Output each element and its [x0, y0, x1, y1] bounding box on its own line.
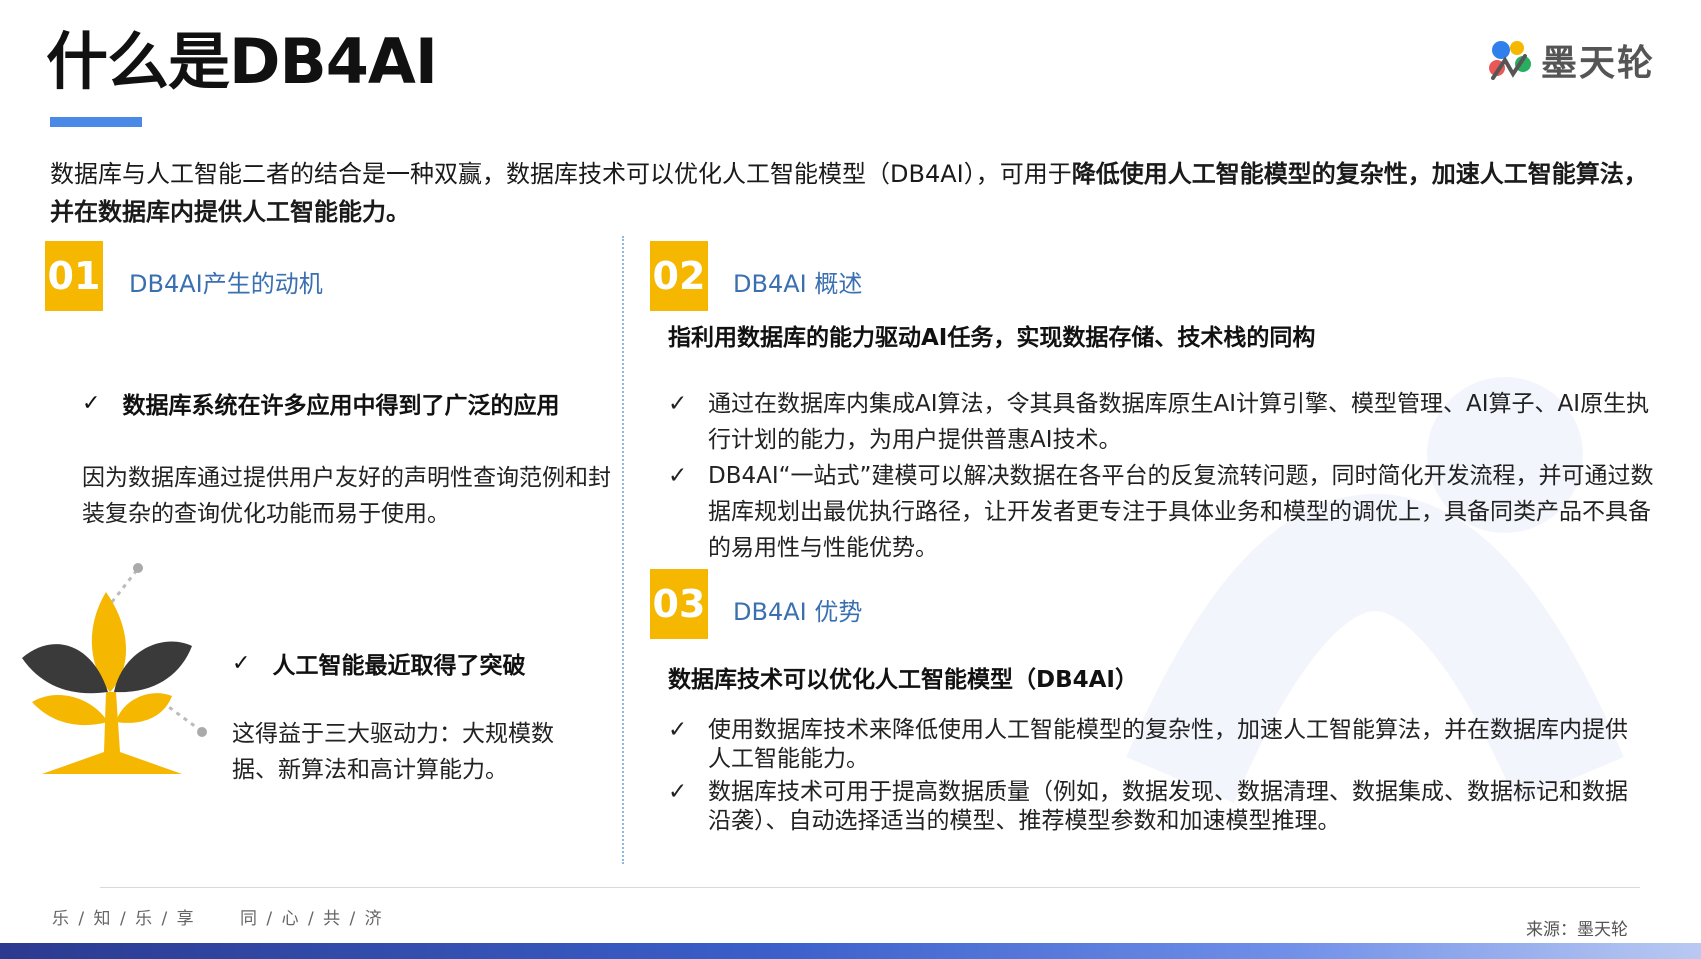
- check-icon: ✓: [668, 779, 688, 805]
- motivation-text-1: 因为数据库通过提供用户友好的声明性查询范例和封装复杂的查询优化功能而易于使用。: [82, 465, 611, 527]
- list-item: ✓ 通过在数据库内集成AI算法，令其具备数据库原生AI计算引擎、模型管理、AI算…: [668, 386, 1658, 458]
- motivation-text-2: 这得益于三大驱动力：大规模数据、新算法和高计算能力。: [232, 721, 554, 783]
- overview-list: ✓ 通过在数据库内集成AI算法，令其具备数据库原生AI计算引擎、模型管理、AI算…: [668, 386, 1658, 566]
- title-underline: [50, 117, 142, 127]
- check-icon: ✓: [232, 650, 251, 676]
- section-title-motivation: DB4AI产生的动机: [129, 270, 323, 298]
- advantages-subtitle: 数据库技术可以优化人工智能模型（DB4AI）: [668, 667, 1138, 693]
- advantages-item-1: 使用数据库技术来降低使用人工智能模型的复杂性，加速人工智能算法，并在数据库内提供…: [708, 717, 1628, 772]
- check-icon: ✓: [82, 390, 101, 416]
- plant-tree-icon: [22, 563, 207, 774]
- motivation-point-2: ✓ 人工智能最近取得了突破: [232, 646, 525, 680]
- motivation-point-1: ✓ 数据库系统在许多应用中得到了广泛的应用: [82, 386, 559, 420]
- section-title-overview: DB4AI 概述: [733, 270, 863, 298]
- intro-paragraph: 数据库与人工智能二者的结合是一种双赢，数据库技术可以优化人工智能模型（DB4AI…: [50, 155, 1660, 231]
- check-icon: ✓: [668, 717, 688, 743]
- advantages-list: ✓ 使用数据库技术来降低使用人工智能模型的复杂性，加速人工智能算法，并在数据库内…: [668, 716, 1638, 836]
- section-title-advantages: DB4AI 优势: [733, 598, 863, 626]
- footer-slogan: 乐 / 知 / 乐 / 享 同 / 心 / 共 / 济: [52, 909, 384, 929]
- overview-item-2: DB4AI“一站式”建模可以解决数据在各平台的反复流转问题，同时简化开发流程，并…: [708, 463, 1654, 561]
- advantages-item-2: 数据库技术可用于提高数据质量（例如，数据发现、数据清理、数据集成、数据标记和数据…: [708, 779, 1628, 834]
- motivation-point-1-text: 数据库系统在许多应用中得到了广泛的应用: [122, 393, 560, 419]
- list-item: ✓ DB4AI“一站式”建模可以解决数据在各平台的反复流转问题，同时简化开发流程…: [668, 458, 1658, 566]
- check-icon: ✓: [668, 391, 688, 417]
- footer-source: 来源：墨天轮: [1526, 920, 1628, 940]
- check-icon: ✓: [668, 463, 688, 489]
- list-item: ✓ 数据库技术可用于提高数据质量（例如，数据发现、数据清理、数据集成、数据标记和…: [668, 778, 1638, 836]
- overview-item-1: 通过在数据库内集成AI算法，令其具备数据库原生AI计算引擎、模型管理、AI算子、…: [708, 391, 1650, 453]
- overview-subtitle: 指利用数据库的能力驱动AI任务，实现数据存储、技术栈的同构: [668, 325, 1316, 351]
- section-number-02: 02: [650, 241, 708, 311]
- section-number-03: 03: [650, 569, 708, 639]
- footer-divider: [100, 887, 1640, 888]
- motivation-point-2-text: 人工智能最近取得了突破: [272, 653, 526, 679]
- list-item: ✓ 使用数据库技术来降低使用人工智能模型的复杂性，加速人工智能算法，并在数据库内…: [668, 716, 1638, 774]
- brand-logo: 墨天轮: [1483, 28, 1655, 92]
- column-divider: [622, 236, 624, 864]
- motianlun-logo-icon: [1489, 41, 1531, 80]
- bottom-gradient-bar: [0, 943, 1701, 959]
- intro-normal-text: 数据库与人工智能二者的结合是一种双赢，数据库技术可以优化人工智能模型（DB4AI…: [50, 160, 1072, 188]
- section-number-01: 01: [45, 241, 103, 311]
- logo-text: 墨天轮: [1541, 43, 1656, 84]
- page-title: 什么是DB4AI: [46, 25, 438, 98]
